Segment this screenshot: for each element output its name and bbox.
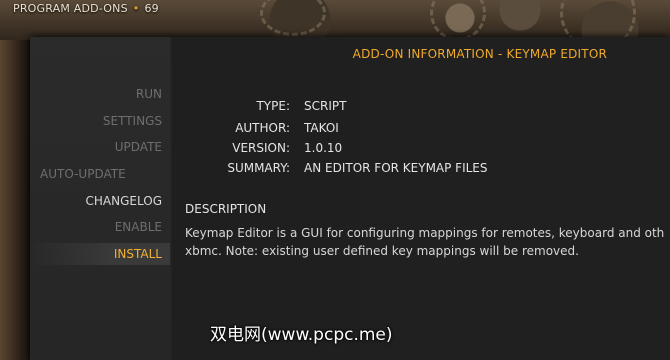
watermark: 双电网(www.pcpc.me) (210, 325, 393, 345)
summary-label: SUMMARY: (227, 161, 290, 175)
sidebar: RUN SETTINGS UPDATE AUTO-UPDATE CHANGELO… (30, 37, 170, 360)
type-value: SCRIPT (304, 99, 347, 113)
author-label: AUTHOR: (235, 121, 290, 135)
summary-value: AN EDITOR FOR KEYMAP FILES (304, 161, 488, 175)
version-value: 1.0.10 (304, 141, 343, 155)
header-title: PROGRAM ADD-ONS (13, 2, 128, 15)
version-label-cell: VERSION: (150, 139, 290, 157)
sidebar-item-auto-update[interactable]: AUTO-UPDATE (40, 163, 126, 185)
description-heading: DESCRIPTION (185, 202, 267, 216)
author-label-cell: AUTHOR: (150, 119, 290, 137)
background-left-edge (0, 40, 30, 360)
sidebar-item-enable[interactable]: ENABLE (115, 216, 162, 238)
sidebar-item-changelog[interactable]: CHANGELOG (86, 190, 162, 212)
type-label-cell: TYPE: (150, 97, 290, 115)
type-label: TYPE: (256, 99, 290, 113)
addon-info-dialog: RUN SETTINGS UPDATE AUTO-UPDATE CHANGELO… (30, 37, 670, 360)
sidebar-item-install[interactable]: INSTALL (30, 243, 170, 265)
header-breadcrumb: PROGRAM ADD-ONS • 69 (0, 0, 670, 20)
summary-label-cell: SUMMARY: (150, 159, 290, 177)
author-value: TAKOI (304, 121, 339, 135)
description-line: Keymap Editor is a GUI for configuring m… (185, 226, 665, 240)
addon-count: 69 (144, 2, 159, 15)
description-text: Keymap Editor is a GUI for configuring m… (185, 224, 665, 260)
dialog-title: ADD-ON INFORMATION - KEYMAP EDITOR (352, 47, 607, 61)
version-label: VERSION: (232, 141, 290, 155)
description-line: xbmc. Note: existing user defined key ma… (185, 244, 579, 258)
header-separator: • (132, 2, 140, 15)
